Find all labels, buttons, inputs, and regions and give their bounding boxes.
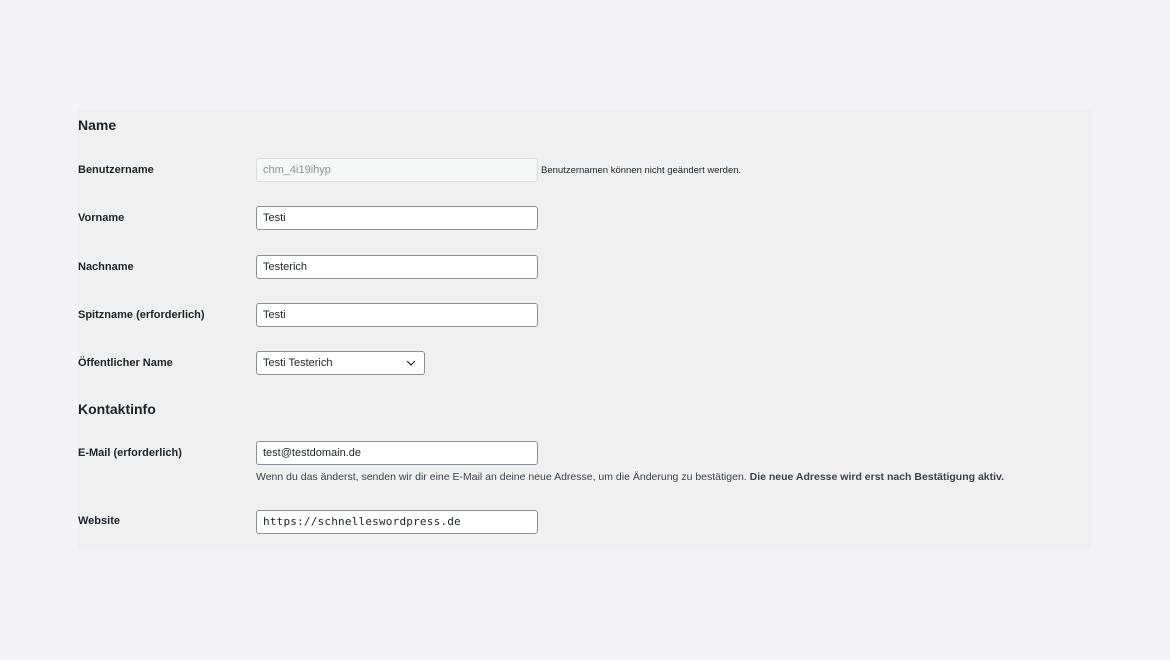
nickname-label: Spitzname (erforderlich) <box>78 309 205 321</box>
email-help-normal: Wenn du das änderst, senden wir dir eine… <box>256 471 750 483</box>
email-field[interactable]: test@testdomain.de <box>256 441 538 465</box>
email-help-bold: Die neue Adresse wird erst nach Bestätig… <box>749 471 1005 483</box>
chevron-down-icon <box>406 360 416 366</box>
website-field[interactable]: https://schnelleswordpress.de <box>256 510 538 534</box>
first-name-label: Vorname <box>78 212 125 224</box>
display-name-select[interactable]: Testi Testerich <box>256 351 425 375</box>
first-name-field[interactable]: Testi <box>256 206 538 230</box>
username-description: Benutzernamen können nicht geändert werd… <box>541 165 742 176</box>
username-field: chm_4i19ihyp <box>256 158 538 182</box>
nickname-field[interactable]: Testi <box>256 303 538 327</box>
display-name-label: Öffentlicher Name <box>78 357 173 369</box>
last-name-label: Nachname <box>78 261 134 273</box>
email-label: E-Mail (erforderlich) <box>78 447 182 459</box>
website-label: Website <box>78 515 120 527</box>
username-label: Benutzername <box>78 164 154 176</box>
last-name-field[interactable]: Testerich <box>256 255 538 279</box>
section-title-name: Name <box>78 117 117 133</box>
display-name-selected-value: Testi Testerich <box>263 357 333 369</box>
section-title-contact: Kontaktinfo <box>78 401 156 417</box>
email-help-text: Wenn du das änderst, senden wir dir eine… <box>256 471 1004 483</box>
